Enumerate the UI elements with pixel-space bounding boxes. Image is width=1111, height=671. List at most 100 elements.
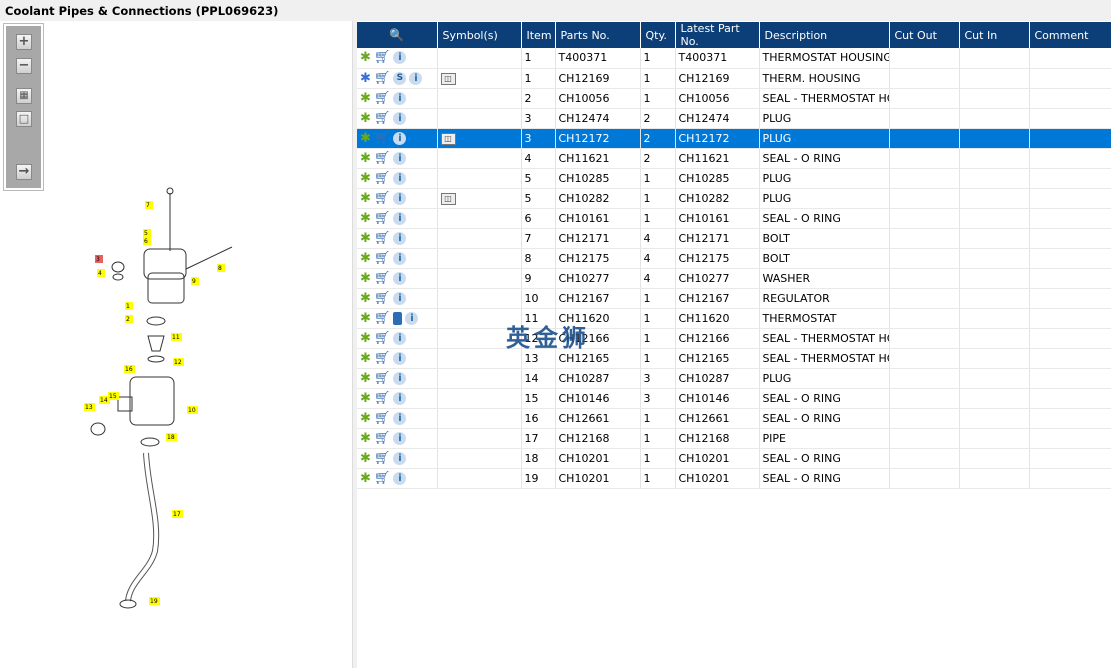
cart-icon[interactable]: 🛒︎: [374, 351, 391, 366]
table-row[interactable]: ✱ 🛒︎ i 7 CH12171 4 CH12171 BOLT: [357, 228, 1111, 249]
info-icon[interactable]: i: [393, 391, 407, 405]
cart-icon[interactable]: 🛒︎: [374, 171, 391, 186]
info-icon[interactable]: i: [393, 251, 407, 265]
column-header-latest-part-no[interactable]: Latest Part No.: [675, 22, 760, 48]
gear-icon[interactable]: ✱: [360, 151, 371, 166]
cart-icon[interactable]: 🛒︎: [374, 131, 391, 146]
callout-label[interactable]: 3: [96, 256, 100, 263]
info-icon[interactable]: i: [393, 451, 407, 465]
info-icon[interactable]: i: [393, 151, 407, 165]
callout-label[interactable]: 11: [172, 334, 180, 341]
callout-label[interactable]: 6: [144, 238, 148, 245]
info-icon[interactable]: i: [409, 71, 423, 85]
table-row[interactable]: ✱ 🛒︎ i 6 CH10161 1 CH10161 SEAL - O RING: [357, 208, 1111, 229]
cart-icon[interactable]: 🛒︎: [374, 331, 391, 346]
table-row[interactable]: ✱ 🛒︎ i 13 CH12165 1 CH12165 SEAL - THERMOSTAT H…: [357, 348, 1111, 369]
cart-icon[interactable]: 🛒︎: [374, 291, 391, 306]
cart-icon[interactable]: 🛒︎: [374, 271, 391, 286]
gear-icon[interactable]: ✱: [360, 471, 371, 486]
gear-icon[interactable]: ✱: [360, 411, 371, 426]
column-header-parts-no[interactable]: Parts No.: [555, 22, 641, 48]
gear-icon[interactable]: ✱: [360, 351, 371, 366]
book-icon[interactable]: [393, 311, 403, 325]
cart-icon[interactable]: 🛒︎: [374, 151, 391, 166]
supersession-icon[interactable]: S: [393, 71, 407, 85]
cart-icon[interactable]: 🛒︎: [374, 71, 391, 86]
column-header-symbols[interactable]: Symbol(s): [437, 22, 522, 48]
export-button[interactable]: →: [16, 164, 32, 180]
cart-icon[interactable]: 🛒︎: [374, 471, 391, 486]
info-icon[interactable]: i: [393, 51, 407, 65]
callout-label[interactable]: 13: [85, 404, 93, 411]
column-header-item[interactable]: Item: [521, 22, 556, 48]
callout-label[interactable]: 8: [218, 265, 222, 272]
info-icon[interactable]: i: [393, 211, 407, 225]
cart-icon[interactable]: 🛒︎: [374, 371, 391, 386]
callout-label[interactable]: 1: [126, 303, 130, 310]
callout-label[interactable]: 5: [144, 230, 148, 237]
cart-icon[interactable]: 🛒︎: [374, 411, 391, 426]
callout-label[interactable]: 15: [109, 393, 117, 400]
info-icon[interactable]: i: [393, 291, 407, 305]
view-symbol-icon[interactable]: ◫: [440, 193, 456, 205]
info-icon[interactable]: i: [393, 371, 407, 385]
info-icon[interactable]: i: [393, 91, 407, 105]
fit-view-button[interactable]: ▦: [16, 88, 32, 104]
column-header-cut-out[interactable]: Cut Out: [889, 22, 960, 48]
column-header-description[interactable]: Description: [759, 22, 890, 48]
cart-icon[interactable]: 🛒︎: [374, 451, 391, 466]
gear-icon[interactable]: ✱: [360, 91, 371, 106]
table-row[interactable]: ✱ 🛒︎ i 4 CH11621 2 CH11621 SEAL - O RING: [357, 148, 1111, 169]
table-row[interactable]: ✱ 🛒︎ i 17 CH12168 1 CH12168 PIPE: [357, 428, 1111, 449]
column-header-comment[interactable]: Comment: [1029, 22, 1111, 48]
callout-label[interactable]: 2: [126, 316, 130, 323]
cart-icon[interactable]: 🛒︎: [374, 211, 391, 226]
gear-icon[interactable]: ✱: [360, 191, 371, 206]
gear-icon[interactable]: ✱: [360, 111, 371, 126]
zoom-in-button[interactable]: +: [16, 34, 32, 50]
info-icon[interactable]: i: [393, 271, 407, 285]
info-icon[interactable]: i: [405, 311, 419, 325]
cart-icon[interactable]: 🛒︎: [374, 231, 391, 246]
info-icon[interactable]: i: [393, 231, 407, 245]
info-icon[interactable]: i: [393, 131, 407, 145]
info-icon[interactable]: i: [393, 351, 407, 365]
gear-icon[interactable]: ✱: [360, 291, 371, 306]
callout-label[interactable]: 7: [146, 202, 150, 209]
zoom-out-button[interactable]: −: [16, 58, 32, 74]
table-row[interactable]: ✱ 🛒︎ i 1 T400371 1 T400371 THERMOSTAT HOUSING: [357, 48, 1111, 69]
gear-icon[interactable]: ✱: [360, 271, 371, 286]
callout-label[interactable]: 18: [167, 434, 175, 441]
gears-icon[interactable]: ✱: [360, 71, 371, 86]
table-row[interactable]: ✱ 🛒︎ i 9 CH10277 4 CH10277 WASHER: [357, 268, 1111, 289]
gear-icon[interactable]: ✱: [360, 431, 371, 446]
column-header-search[interactable]: 🔍: [357, 22, 438, 48]
view-symbol-icon[interactable]: ◫: [440, 133, 456, 145]
column-header-cut-in[interactable]: Cut In: [959, 22, 1030, 48]
table-row[interactable]: ✱ 🛒︎ i 14 CH10287 3 CH10287 PLUG: [357, 368, 1111, 389]
table-row[interactable]: ✱ 🛒︎ i 15 CH10146 3 CH10146 SEAL - O RING: [357, 388, 1111, 409]
gear-icon[interactable]: ✱: [360, 131, 371, 146]
gear-icon[interactable]: ✱: [360, 371, 371, 386]
callout-label[interactable]: 19: [150, 598, 158, 605]
table-row[interactable]: ✱ 🛒︎ Si ◫ 1 CH12169 1 CH12169 THERM. HOUSING: [357, 68, 1111, 89]
info-icon[interactable]: i: [393, 111, 407, 125]
view-symbol-icon[interactable]: ◫: [440, 73, 456, 85]
cart-icon[interactable]: 🛒︎: [374, 431, 391, 446]
cart-icon[interactable]: 🛒︎: [374, 311, 391, 326]
gear-icon[interactable]: ✱: [360, 211, 371, 226]
search-parts-icon[interactable]: 🔍: [389, 28, 404, 42]
table-row[interactable]: ✱ 🛒︎ i ◫ 3 CH12172 2 CH12172 PLUG: [357, 128, 1111, 149]
callout-label[interactable]: 12: [174, 359, 182, 366]
info-icon[interactable]: i: [393, 191, 407, 205]
info-icon[interactable]: i: [393, 171, 407, 185]
info-icon[interactable]: i: [393, 471, 407, 485]
table-row[interactable]: ✱ 🛒︎ i 2 CH10056 1 CH10056 SEAL - THERMOSTAT HO: [357, 88, 1111, 109]
cart-icon[interactable]: 🛒︎: [374, 191, 391, 206]
info-icon[interactable]: i: [393, 331, 407, 345]
gear-icon[interactable]: ✱: [360, 331, 371, 346]
gear-icon[interactable]: ✱: [360, 451, 371, 466]
diagram-pane[interactable]: 1 2 3 4 5 6 7 8 9 10 11 12 13 14 15 16 17 18 19: [0, 21, 352, 668]
cart-icon[interactable]: 🛒︎: [374, 50, 391, 65]
cart-icon[interactable]: 🛒︎: [374, 91, 391, 106]
